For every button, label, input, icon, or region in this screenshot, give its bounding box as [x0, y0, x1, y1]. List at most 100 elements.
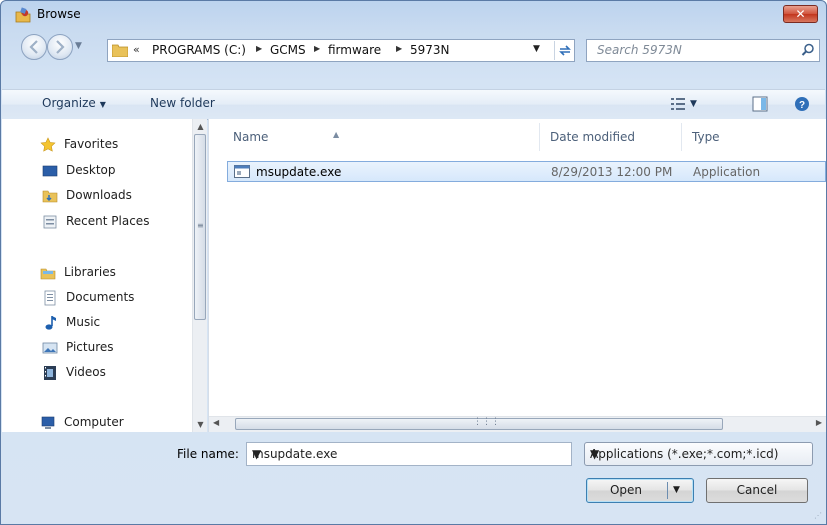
breadcrumb-separator-icon[interactable]: ▶ — [314, 44, 320, 53]
column-header-name[interactable]: Name ▲ — [209, 119, 539, 153]
videos-icon — [44, 366, 56, 380]
nav-recent-places-label: Recent Places — [66, 214, 150, 228]
pictures-icon — [42, 342, 58, 354]
column-name-label: Name — [233, 130, 269, 144]
browse-folder-icon — [15, 7, 31, 23]
preview-pane-icon[interactable] — [752, 96, 768, 112]
scroll-down-icon[interactable]: ▼ — [193, 417, 207, 432]
column-header-type[interactable]: Type — [681, 119, 821, 153]
application-icon — [234, 165, 250, 178]
open-dropdown-icon[interactable]: ▼ — [673, 479, 680, 501]
nav-libraries-label: Libraries — [64, 265, 116, 279]
open-button[interactable]: Open ▼ — [586, 478, 694, 503]
scroll-thumb[interactable]: ≡ — [194, 134, 206, 320]
refresh-icon — [559, 45, 571, 56]
nav-downloads[interactable]: Downloads — [42, 186, 192, 206]
nav-documents-label: Documents — [66, 290, 135, 304]
chevron-down-icon[interactable]: ▼ — [252, 447, 565, 461]
music-icon — [45, 316, 56, 330]
nav-libraries[interactable]: Libraries — [40, 263, 190, 283]
scroll-thumb[interactable]: ⋮⋮⋮ — [235, 417, 723, 430]
search-placeholder: Search 5973N — [597, 43, 682, 57]
back-button[interactable] — [21, 34, 47, 60]
scroll-left-icon[interactable]: ◀ — [213, 418, 219, 427]
breadcrumb-separator-icon[interactable]: ▶ — [256, 44, 262, 53]
organize-caret-icon: ▼ — [99, 100, 106, 109]
scroll-up-icon[interactable]: ▲ — [193, 119, 207, 134]
column-type-label: Type — [692, 130, 720, 144]
browse-dialog: Browse ✕ ▼ « PROGRAMS (C:) ▶ GCMS ▶ firm… — [0, 0, 827, 525]
breadcrumb-separator-icon[interactable]: ▶ — [396, 44, 402, 53]
libraries-icon — [40, 268, 56, 280]
recent-pages-dropdown[interactable]: ▼ — [75, 41, 82, 51]
nav-favorites-label: Favorites — [64, 137, 119, 151]
window-title: Browse — [37, 7, 81, 21]
forward-arrow-icon — [56, 40, 65, 54]
sort-ascending-icon: ▲ — [333, 130, 340, 139]
command-bar: Organize ▼ New folder ▼ ? — [2, 89, 825, 120]
open-label: Open — [609, 483, 643, 497]
breadcrumb-gcms[interactable]: GCMS — [270, 43, 306, 57]
scroll-right-icon[interactable]: ▶ — [816, 418, 822, 427]
close-button[interactable]: ✕ — [783, 5, 818, 23]
search-icon[interactable] — [801, 43, 815, 57]
close-icon: ✕ — [795, 7, 806, 21]
address-overflow[interactable]: « — [133, 43, 140, 56]
folder-icon — [112, 44, 128, 57]
nav-music[interactable]: Music — [42, 313, 192, 333]
address-dropdown-icon[interactable]: ▼ — [533, 44, 540, 54]
organize-button[interactable]: Organize ▼ — [42, 96, 106, 110]
view-dropdown-icon[interactable]: ▼ — [690, 99, 697, 109]
column-header-date[interactable]: Date modified — [539, 119, 681, 153]
recent-places-icon — [43, 215, 57, 229]
file-name-label: File name: — [177, 447, 239, 461]
view-options-icon[interactable] — [670, 96, 686, 112]
nav-favorites[interactable]: Favorites — [40, 135, 190, 155]
documents-icon — [44, 290, 56, 306]
forward-button[interactable] — [47, 34, 73, 60]
computer-icon — [41, 416, 55, 429]
new-folder-button[interactable]: New folder — [150, 96, 215, 110]
column-date-label: Date modified — [550, 130, 636, 144]
star-icon — [40, 137, 56, 152]
downloads-icon — [42, 190, 58, 203]
nav-recent-places[interactable]: Recent Places — [42, 212, 192, 232]
search-box[interactable]: Search 5973N — [586, 39, 820, 62]
desktop-icon — [42, 165, 58, 177]
help-icon[interactable]: ? — [794, 96, 810, 112]
split-divider — [667, 482, 668, 499]
title-bar[interactable]: Browse ✕ — [1, 1, 826, 29]
file-type: Application — [693, 165, 761, 179]
nav-videos[interactable]: Videos — [42, 363, 192, 383]
nav-music-label: Music — [66, 315, 101, 329]
address-bar[interactable]: « PROGRAMS (C:) ▶ GCMS ▶ firmware ▶ 5973… — [107, 39, 575, 62]
organize-label: Organize — [42, 96, 96, 110]
back-arrow-icon — [29, 40, 38, 54]
nav-pictures-label: Pictures — [66, 340, 114, 354]
file-type-select[interactable]: Applications (*.exe;*.com;*.icd) ▼ — [584, 442, 813, 466]
nav-documents[interactable]: Documents — [42, 288, 192, 308]
nav-videos-label: Videos — [66, 365, 106, 379]
nav-computer-label: Computer — [64, 415, 124, 429]
nav-pictures[interactable]: Pictures — [42, 338, 192, 358]
nav-downloads-label: Downloads — [66, 188, 132, 202]
file-list: Name ▲ Date modified Type msupdate.exe 8… — [208, 119, 826, 432]
svg-text:?: ? — [799, 100, 805, 111]
file-name-field[interactable]: msupdate.exe ▼ — [246, 442, 572, 466]
file-row[interactable]: msupdate.exe 8/29/2013 12:00 PM Applicat… — [227, 161, 826, 182]
navigation-bar: ▼ « PROGRAMS (C:) ▶ GCMS ▶ firmware ▶ 59… — [1, 31, 826, 65]
breadcrumb-firmware[interactable]: firmware — [328, 43, 381, 57]
cancel-button[interactable]: Cancel — [706, 478, 808, 503]
resize-grip-icon[interactable]: ⋰ — [814, 511, 822, 520]
nav-pane-scrollbar[interactable]: ▲ ≡ ▼ — [192, 119, 207, 432]
navigation-pane: Favorites Desktop Downloads Recent Place… — [2, 119, 207, 432]
breadcrumb-drive[interactable]: PROGRAMS (C:) — [152, 43, 246, 57]
nav-desktop[interactable]: Desktop — [42, 161, 192, 181]
nav-desktop-label: Desktop — [66, 163, 116, 177]
chevron-down-icon: ▼ — [590, 447, 600, 461]
breadcrumb-5973n[interactable]: 5973N — [410, 43, 450, 57]
file-list-hscrollbar[interactable]: ◀ ⋮⋮⋮ ▶ — [209, 416, 826, 432]
file-date: 8/29/2013 12:00 PM — [551, 165, 673, 179]
refresh-button[interactable] — [554, 41, 575, 60]
nav-computer[interactable]: Computer — [40, 413, 190, 432]
